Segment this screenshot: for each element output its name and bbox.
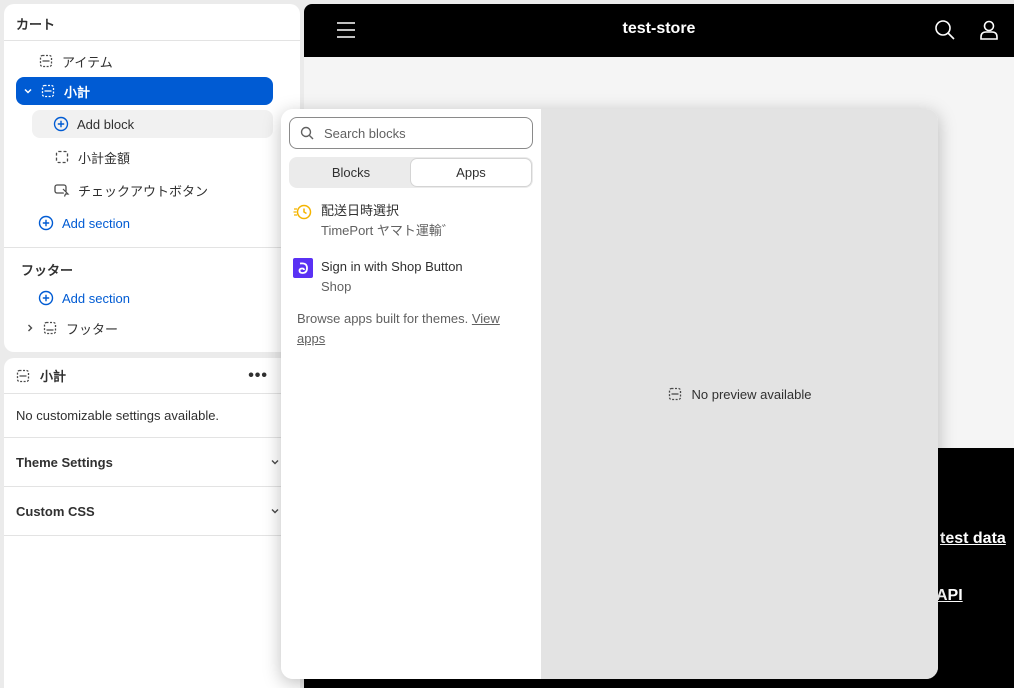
footer-section-title: フッター — [21, 262, 74, 278]
plus-circle-icon — [38, 290, 54, 306]
tree-item-label: アイテム — [62, 54, 113, 70]
app-name: Sign in with Shop Button — [321, 259, 463, 274]
tab-apps[interactable]: Apps — [411, 159, 531, 186]
store-header: test-store — [304, 4, 1014, 57]
chevron-down-icon[interactable] — [20, 83, 36, 99]
theme-settings-accordion[interactable]: Theme Settings — [4, 438, 300, 487]
app-block-item[interactable]: Sign in with Shop Button Shop — [293, 257, 463, 297]
chevron-down-icon — [270, 455, 280, 470]
plus-circle-icon — [53, 116, 69, 132]
sections-tree-panel: カート アイテム 小計 Add block 小計金額 チェックアウトボタン Ad… — [4, 4, 300, 352]
tab-blocks[interactable]: Blocks — [291, 159, 411, 186]
section-block-icon — [16, 369, 30, 383]
section-block-icon — [40, 83, 56, 99]
footer-link[interactable]: test data — [940, 530, 1006, 548]
empty-settings-message: No customizable settings available. — [4, 394, 300, 438]
custom-css-accordion[interactable]: Custom CSS — [4, 487, 300, 536]
add-block-button[interactable]: Add block — [32, 110, 273, 138]
clock-truck-icon — [293, 202, 313, 222]
tree-item-checkout-button[interactable]: チェックアウトボタン — [54, 176, 208, 204]
add-section-label: Add section — [62, 215, 130, 231]
app-vendor: TimePort ヤマト運輸゛ — [321, 223, 455, 238]
button-cursor-icon — [54, 182, 70, 198]
add-section-button[interactable]: Add section — [38, 209, 130, 237]
block-icon — [54, 149, 70, 165]
tree-item-items[interactable]: アイテム — [38, 47, 113, 75]
chevron-right-icon[interactable] — [22, 320, 38, 336]
block-picker-list: Blocks Apps 配送日時選択 TimePort ヤマト運輸゛ Sign … — [281, 109, 541, 679]
accordion-label: Theme Settings — [16, 454, 113, 470]
tree-item-subtotal[interactable]: 小計 — [16, 77, 273, 105]
block-picker-popover: Blocks Apps 配送日時選択 TimePort ヤマト運輸゛ Sign … — [281, 109, 938, 679]
add-block-label: Add block — [77, 116, 135, 132]
cart-section-title: カート — [4, 4, 300, 41]
section-block-icon — [38, 53, 54, 69]
account-icon[interactable] — [978, 19, 1000, 44]
section-block-icon — [668, 387, 682, 401]
settings-panel-title: 小計 — [40, 369, 67, 384]
browse-apps-label: Browse apps built for themes. — [297, 311, 472, 326]
browse-apps-text: Browse apps built for themes. View apps — [297, 309, 527, 349]
tree-item-subtotal-amount[interactable]: 小計金額 — [54, 143, 130, 171]
tree-item-label: チェックアウトボタン — [78, 183, 209, 199]
section-block-icon — [42, 320, 58, 336]
block-preview-pane: No preview available — [541, 109, 938, 679]
search-field[interactable] — [289, 117, 533, 149]
block-settings-panel: 小計 ••• No customizable settings availabl… — [4, 358, 300, 688]
accordion-label: Custom CSS — [16, 503, 95, 519]
divider — [4, 247, 300, 248]
more-actions-icon[interactable]: ••• — [248, 367, 268, 385]
tree-item-label: フッター — [66, 321, 119, 337]
settings-panel-header: 小計 ••• — [4, 358, 300, 394]
footer-link[interactable]: API — [936, 587, 963, 605]
app-block-item[interactable]: 配送日時選択 TimePort ヤマト運輸゛ — [293, 201, 455, 241]
tree-item-label: 小計金額 — [78, 150, 131, 166]
store-name[interactable]: test-store — [304, 20, 1014, 38]
chevron-down-icon — [270, 504, 280, 519]
app-vendor: Shop — [321, 279, 352, 294]
footer-add-section-button[interactable]: Add section — [38, 284, 130, 312]
tree-item-label: 小計 — [64, 84, 91, 100]
tree-item-footer[interactable]: フッター — [22, 314, 118, 342]
shop-icon — [293, 258, 313, 278]
search-blocks-input[interactable] — [324, 125, 524, 141]
plus-circle-icon — [38, 215, 54, 231]
no-preview-message: No preview available — [691, 386, 812, 402]
add-section-label: Add section — [62, 290, 130, 306]
search-icon[interactable] — [934, 19, 956, 44]
search-icon — [300, 126, 314, 140]
app-name: 配送日時選択 — [321, 203, 400, 218]
blocks-apps-tabs: Blocks Apps — [289, 157, 533, 188]
